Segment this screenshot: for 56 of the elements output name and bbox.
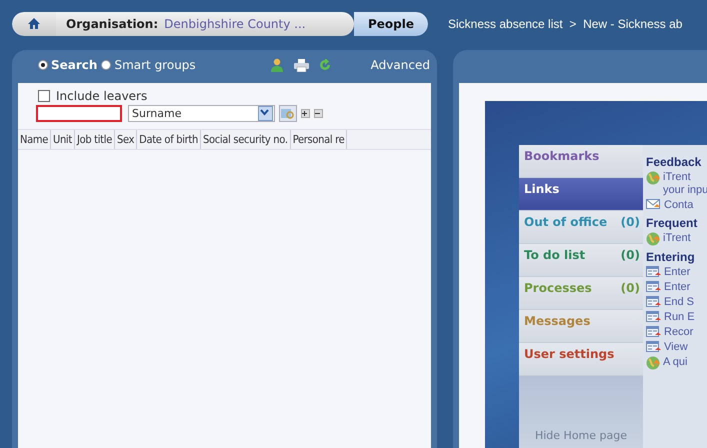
form-icon <box>646 326 661 339</box>
globe-icon <box>646 356 660 370</box>
include-leavers-checkbox[interactable] <box>38 90 50 102</box>
checkbox-label: Include leavers <box>56 89 148 103</box>
home-icon <box>28 18 40 29</box>
people-crumb[interactable]: People <box>354 12 428 36</box>
home-menu-item[interactable]: Processes (0) <box>519 277 643 310</box>
form-icon <box>646 341 661 354</box>
search-mode-radio[interactable]: Search <box>38 58 102 72</box>
home-menu-item[interactable]: Bookmarks <box>519 145 643 178</box>
form-icon <box>646 311 661 324</box>
home-menu-item[interactable]: Messages <box>519 310 643 343</box>
form-icon <box>646 266 661 279</box>
breadcrumb-trail: Sickness absence list > New - Sickness ab <box>448 16 682 30</box>
quick-link[interactable]: A qui <box>663 356 688 369</box>
home-menu-item[interactable]: User settings <box>519 343 643 376</box>
column-header[interactable]: Job title <box>74 130 115 149</box>
column-header[interactable]: Unit <box>51 130 75 149</box>
quick-link[interactable]: Enter <box>664 266 690 279</box>
globe-icon <box>646 171 660 185</box>
column-header[interactable]: Sex <box>115 130 138 149</box>
quick-link[interactable]: iTrent <box>663 232 691 245</box>
advanced-link[interactable]: Advanced <box>370 58 430 72</box>
column-header[interactable]: Social security no. <box>200 130 291 149</box>
home-menu-item[interactable]: Links <box>519 178 643 211</box>
search-mode-radio[interactable]: Smart groups <box>101 58 200 72</box>
column-header[interactable]: Name <box>18 130 51 149</box>
search-by-dropdown[interactable]: Surname <box>128 105 275 122</box>
section-heading: Entering <box>646 250 696 264</box>
globe-icon <box>646 232 660 246</box>
section-heading: Frequent <box>646 216 698 230</box>
quick-link[interactable]: Recor <box>664 326 694 339</box>
minus-icon <box>315 113 320 114</box>
form-icon <box>646 281 661 294</box>
mail-icon <box>646 199 661 211</box>
home-menu-item[interactable]: Out of office (0) <box>519 211 643 244</box>
home-button[interactable] <box>12 12 56 36</box>
plus-icon <box>302 111 307 116</box>
quick-link[interactable]: Conta <box>664 199 694 212</box>
person-icon[interactable] <box>270 58 284 72</box>
organisation-label: Organisation: <box>66 16 158 30</box>
printer-icon[interactable] <box>294 58 309 72</box>
search-field[interactable] <box>36 105 122 122</box>
quick-link[interactable]: View <box>664 341 688 354</box>
section-heading: Feedback <box>646 155 702 169</box>
hide-home-page-link[interactable]: Hide Home page <box>519 376 643 448</box>
quick-link[interactable]: Enter <box>664 281 690 294</box>
remove-button[interactable] <box>314 109 323 118</box>
home-menu-item[interactable]: To do list (0) <box>519 244 643 277</box>
column-header[interactable]: Date of birth <box>137 130 201 149</box>
add-button[interactable] <box>301 109 310 118</box>
form-icon <box>646 296 661 309</box>
quick-link[interactable]: Run E <box>664 311 695 324</box>
quick-link[interactable]: End S <box>664 296 694 309</box>
column-header[interactable]: Personal re <box>290 130 348 149</box>
organisation-link[interactable]: Denbighshire County ... <box>164 16 306 30</box>
